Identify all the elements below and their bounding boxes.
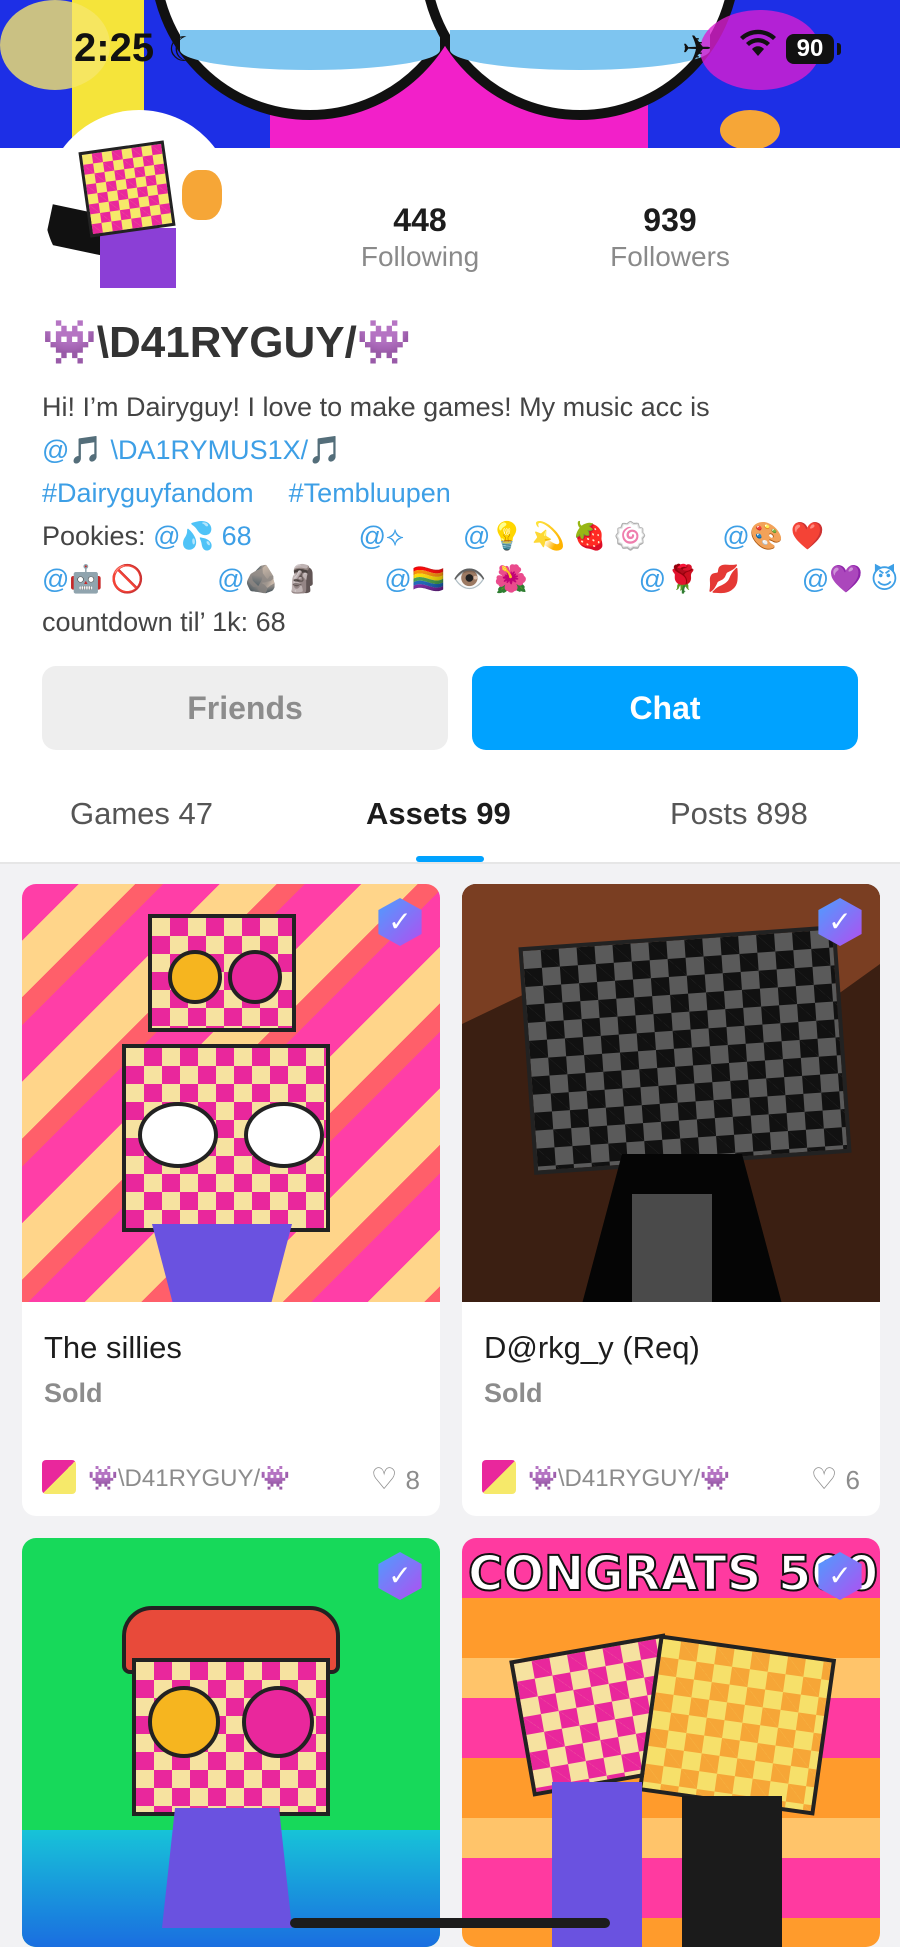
home-indicator bbox=[290, 1918, 610, 1928]
pookie-mention[interactable]: @🪨 🗿 bbox=[217, 564, 319, 594]
creator-avatar bbox=[42, 1460, 76, 1494]
asset-creator[interactable]: 👾\D41RYGUY/👾 bbox=[482, 1460, 782, 1500]
verified-badge-icon: ✓ bbox=[378, 898, 422, 946]
tab-posts[interactable]: Posts 898 bbox=[670, 796, 808, 832]
like-count: 6 bbox=[845, 1465, 860, 1495]
thumb-art bbox=[518, 925, 852, 1175]
following-count: 448 bbox=[393, 202, 447, 238]
asset-price: Sold bbox=[44, 1378, 103, 1408]
moon-icon: ☾ bbox=[168, 31, 199, 69]
asset-creator[interactable]: 👾\D41RYGUY/👾 bbox=[42, 1460, 342, 1500]
asset-card[interactable]: ✓ The sillies Sold 👾\D41RYGUY/👾 ♡ 8 bbox=[22, 884, 440, 1516]
thumb-art bbox=[152, 1224, 292, 1302]
tab-games[interactable]: Games 47 bbox=[70, 796, 213, 832]
thumb-art bbox=[148, 1686, 220, 1758]
profile-username: 👾\D41RYGUY/👾 bbox=[42, 318, 412, 367]
thumb-art bbox=[682, 1796, 782, 1947]
asset-likes[interactable]: ♡ 8 bbox=[371, 1462, 420, 1497]
chat-button[interactable]: Chat bbox=[472, 666, 858, 750]
thumb-art bbox=[168, 950, 222, 1004]
pookie-mention[interactable]: @💜 😈 bbox=[802, 564, 899, 594]
status-time: 2:25 bbox=[74, 26, 155, 70]
status-bar: 2:25 ☾ ✈ 90 bbox=[0, 0, 900, 100]
pookie-mention[interactable]: @🤖 🚫 bbox=[42, 564, 144, 594]
asset-card[interactable]: ✓ bbox=[22, 1538, 440, 1947]
pookie-mention[interactable]: @💦 68 bbox=[153, 521, 252, 551]
active-tab-indicator bbox=[416, 856, 484, 862]
asset-thumbnail: ✓ bbox=[22, 1538, 440, 1947]
battery-icon: 90 bbox=[786, 34, 841, 64]
countdown-text: countdown til’ 1k: 68 bbox=[42, 607, 286, 637]
asset-likes[interactable]: ♡ 6 bbox=[811, 1462, 860, 1497]
pookies-label: Pookies: bbox=[42, 521, 154, 551]
asset-price: Sold bbox=[484, 1378, 543, 1408]
asset-thumbnail: ✓ bbox=[22, 884, 440, 1302]
thumb-art bbox=[244, 1102, 324, 1168]
pookie-mention[interactable]: @💡 💫 🍓 🍥 bbox=[463, 521, 647, 551]
pookie-mention[interactable]: @🏳️‍🌈 👁️ 🌺 bbox=[384, 564, 527, 594]
avatar[interactable] bbox=[44, 110, 234, 300]
banner-sticker bbox=[720, 110, 780, 150]
following-stat[interactable]: 448 Following bbox=[340, 202, 500, 273]
asset-card[interactable]: ✓ D@rkg_y (Req) Sold 👾\D41RYGUY/👾 ♡ 6 bbox=[462, 884, 880, 1516]
music-account-link[interactable]: @🎵 \DA1RYMUS1X/🎵 bbox=[42, 435, 342, 465]
friends-button[interactable]: Friends bbox=[42, 666, 448, 750]
pookie-mention[interactable]: @🌹 💋 bbox=[639, 564, 741, 594]
avatar-art bbox=[100, 228, 176, 288]
thumb-art bbox=[138, 1102, 218, 1168]
airplane-icon: ✈ bbox=[682, 28, 713, 69]
like-count: 8 bbox=[405, 1465, 420, 1495]
pookie-mention[interactable]: @⟡ bbox=[359, 521, 404, 551]
hashtag-link[interactable]: #Tembluupen bbox=[289, 478, 451, 508]
verified-badge-icon: ✓ bbox=[378, 1552, 422, 1600]
tab-assets[interactable]: Assets 99 bbox=[366, 796, 511, 832]
followers-stat[interactable]: 939 Followers bbox=[590, 202, 750, 273]
thumb-art bbox=[637, 1634, 837, 1816]
heart-icon: ♡ bbox=[370, 1463, 398, 1496]
creator-avatar bbox=[482, 1460, 516, 1494]
asset-name: The sillies bbox=[44, 1330, 182, 1365]
creator-name: 👾\D41RYGUY/👾 bbox=[528, 1465, 731, 1492]
followers-label: Followers bbox=[610, 241, 730, 272]
creator-name: 👾\D41RYGUY/👾 bbox=[88, 1465, 291, 1492]
followers-count: 939 bbox=[643, 202, 697, 238]
bio-line: Hi! I’m Dairyguy! I love to make games! … bbox=[42, 392, 710, 422]
thumb-art bbox=[242, 1686, 314, 1758]
profile-bio: Hi! I’m Dairyguy! I love to make games! … bbox=[42, 386, 899, 644]
asset-thumbnail: ✓ bbox=[462, 884, 880, 1302]
following-label: Following bbox=[360, 241, 480, 272]
thumb-art bbox=[162, 1808, 292, 1928]
asset-card[interactable]: CONGRATS 500! ✓ bbox=[462, 1538, 880, 1947]
thumb-art bbox=[632, 1194, 712, 1302]
asset-thumbnail: CONGRATS 500! ✓ bbox=[462, 1538, 880, 1947]
asset-name: D@rkg_y (Req) bbox=[484, 1330, 700, 1365]
thumb-art bbox=[228, 950, 282, 1004]
avatar-art bbox=[182, 170, 222, 220]
avatar-art bbox=[78, 140, 176, 238]
hashtag-link[interactable]: #Dairyguyfandom bbox=[42, 478, 254, 508]
heart-icon: ♡ bbox=[810, 1463, 838, 1496]
asset-banner-text: CONGRATS 500! bbox=[467, 1545, 880, 1603]
profile-tabs: Games 47 Assets 99 Posts 898 bbox=[0, 786, 900, 864]
pookie-mention[interactable]: @🎨 ❤️ bbox=[722, 521, 824, 551]
wifi-icon bbox=[740, 28, 776, 67]
